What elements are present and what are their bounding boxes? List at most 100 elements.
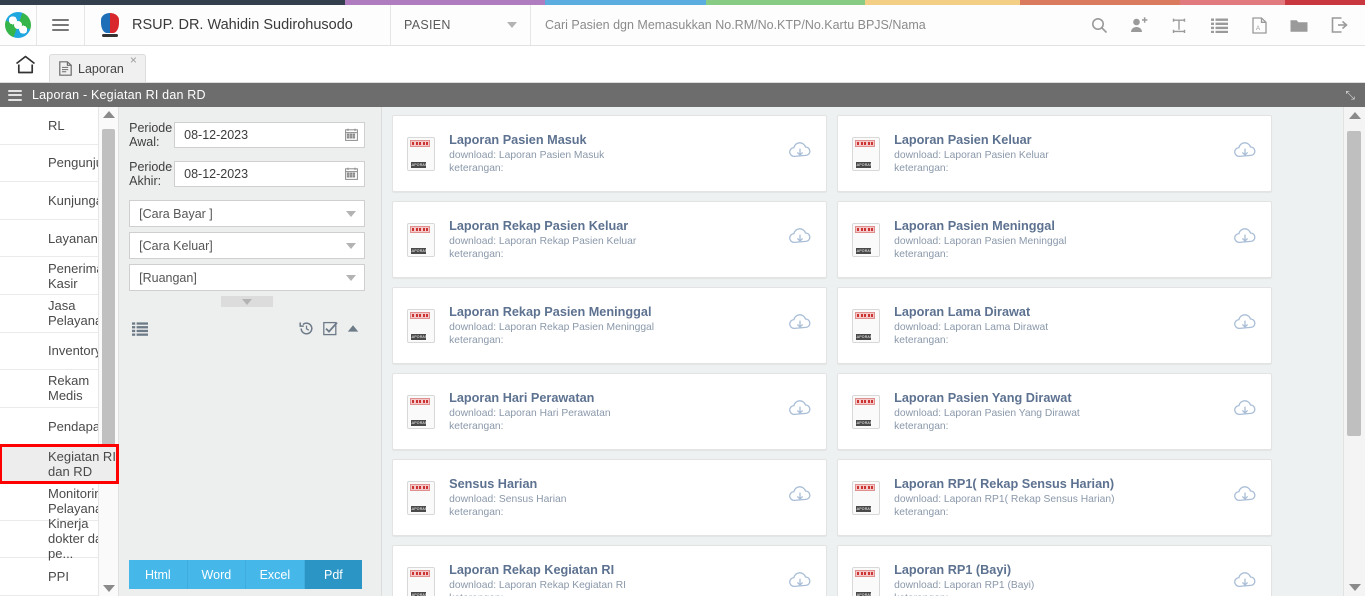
- header-icon-group: A: [1079, 5, 1365, 45]
- menu-toggle-button[interactable]: [37, 5, 85, 45]
- cloud-download-icon[interactable]: [788, 141, 812, 166]
- periode-akhir-input[interactable]: [184, 167, 346, 181]
- report-download-label: download: Laporan Hari Perawatan: [449, 408, 611, 419]
- scroll-down-icon[interactable]: [1348, 584, 1361, 591]
- report-document-icon: LAPORAN: [407, 136, 436, 171]
- cloud-download-icon[interactable]: [788, 313, 812, 338]
- report-card[interactable]: LAPORAN Laporan Rekap Kegiatan RI download…: [392, 545, 828, 596]
- report-title: Laporan Rekap Pasien Keluar: [449, 219, 629, 233]
- cloud-download-icon[interactable]: [788, 399, 812, 424]
- calendar-icon[interactable]: [345, 128, 359, 143]
- report-card[interactable]: LAPORAN Laporan RP1 (Bayi) download: Lapor…: [837, 545, 1273, 596]
- periode-awal-input[interactable]: [184, 128, 346, 142]
- hospital-logo-icon: [5, 12, 31, 38]
- tab-laporan[interactable]: Laporan ×: [49, 53, 146, 82]
- calendar-icon[interactable]: [345, 167, 359, 182]
- reports-panel: LAPORAN Laporan Pasien Masuk download: Lap…: [382, 107, 1365, 596]
- report-card[interactable]: LAPORAN Laporan Rekap Pasien Keluar downlo…: [392, 201, 828, 278]
- report-card[interactable]: LAPORAN Laporan Pasien Masuk download: Lap…: [392, 115, 828, 192]
- scroll-up-icon[interactable]: [1348, 112, 1361, 119]
- periode-akhir-field[interactable]: [174, 161, 366, 187]
- cloud-download-icon[interactable]: [788, 485, 812, 510]
- app-logo[interactable]: [0, 5, 37, 45]
- report-keterangan-label: keterangan:: [894, 507, 949, 518]
- cloud-download-icon[interactable]: [1233, 227, 1257, 252]
- cara-bayar-select[interactable]: [Cara Bayar ]: [129, 200, 366, 227]
- sidebar-scroll-thumb[interactable]: [102, 129, 116, 459]
- add-user-icon[interactable]: [1119, 5, 1159, 45]
- reports-scroll-thumb[interactable]: [1347, 131, 1361, 436]
- report-title: Laporan Rekap Pasien Meninggal: [449, 305, 652, 319]
- report-title: Sensus Harian: [449, 477, 538, 491]
- ruangan-select[interactable]: [Ruangan]: [129, 264, 366, 291]
- search-icon[interactable]: [1079, 5, 1119, 45]
- sidebar-item-kegiatan-ri-dan-rd[interactable]: Kegiatan RI dan RD: [0, 444, 120, 484]
- report-card[interactable]: LAPORAN Laporan Lama Dirawat download: Lap…: [837, 287, 1273, 364]
- report-card[interactable]: LAPORAN Laporan Hari Perawatan download: L…: [392, 373, 828, 450]
- report-title: Laporan Pasien Masuk: [449, 133, 587, 147]
- sidebar-item-label: Kegiatan RI dan RD: [48, 448, 116, 479]
- expand-icon[interactable]: ⤡: [1345, 88, 1355, 103]
- export-html-button[interactable]: Html: [129, 560, 188, 589]
- report-download-label: download: Laporan Pasien Meninggal: [894, 236, 1067, 247]
- cloud-download-icon[interactable]: [788, 227, 812, 252]
- titlebar-menu-icon[interactable]: [8, 87, 22, 103]
- search-input[interactable]: [545, 18, 1079, 32]
- report-card[interactable]: LAPORAN Laporan RP1( Rekap Sensus Harian)…: [837, 459, 1273, 536]
- report-title: Laporan Pasien Keluar: [894, 133, 1032, 147]
- cloud-download-icon[interactable]: [1233, 313, 1257, 338]
- cloud-download-icon[interactable]: [1233, 141, 1257, 166]
- export-word-button[interactable]: Word: [187, 560, 247, 589]
- more-filters-toggle[interactable]: [221, 296, 274, 307]
- report-title: Laporan Pasien Meninggal: [894, 219, 1055, 233]
- hamburger-icon: [52, 16, 69, 34]
- cloud-download-icon[interactable]: [1233, 571, 1257, 596]
- close-icon[interactable]: ×: [130, 53, 137, 67]
- home-button[interactable]: [6, 46, 44, 82]
- text-tool-icon[interactable]: [1159, 5, 1199, 45]
- module-select-value: PASIEN: [404, 18, 451, 32]
- report-document-icon: LAPORAN: [407, 566, 436, 596]
- scroll-up-icon[interactable]: [102, 111, 115, 118]
- report-card[interactable]: LAPORAN Sensus Harian download: Sensus Har…: [392, 459, 828, 536]
- report-document-icon: LAPORAN: [407, 222, 436, 257]
- page-title-bar: Laporan - Kegiatan RI dan RD ⤡: [0, 83, 1365, 107]
- hospital-crest-icon: [101, 13, 121, 37]
- tab-bar: Laporan ×: [0, 46, 1365, 83]
- cloud-download-icon[interactable]: [1233, 485, 1257, 510]
- report-download-label: download: Laporan Lama Dirawat: [894, 322, 1049, 333]
- export-excel-button[interactable]: Excel: [246, 560, 305, 589]
- module-select[interactable]: PASIEN: [391, 5, 531, 45]
- report-document-icon: LAPORAN: [852, 222, 881, 257]
- filter-tool-row: [129, 307, 365, 336]
- folder-icon[interactable]: [1279, 5, 1319, 45]
- cara-keluar-select[interactable]: [Cara Keluar]: [129, 232, 366, 259]
- history-reset-icon[interactable]: [299, 321, 314, 336]
- list-icon[interactable]: [1199, 5, 1239, 45]
- collapse-icon[interactable]: [347, 324, 359, 333]
- check-all-icon[interactable]: [323, 321, 338, 336]
- cloud-download-icon[interactable]: [1233, 399, 1257, 424]
- report-card[interactable]: LAPORAN Laporan Pasien Yang Dirawat downlo…: [837, 373, 1273, 450]
- report-card[interactable]: LAPORAN Laporan Pasien Meninggal download:…: [837, 201, 1273, 278]
- report-download-label: download: Laporan Rekap Pasien Keluar: [449, 236, 637, 247]
- report-card[interactable]: LAPORAN Laporan Pasien Keluar download: La…: [837, 115, 1273, 192]
- periode-awal-label: Periode Awal:: [129, 121, 173, 149]
- filter-selects: [Cara Bayar ] [Cara Keluar] [Ruangan]: [129, 200, 366, 291]
- export-pdf-button[interactable]: Pdf: [304, 560, 363, 589]
- report-title: Laporan Hari Perawatan: [449, 391, 595, 405]
- logout-icon[interactable]: [1319, 5, 1359, 45]
- brand-block: RSUP. DR. Wahidin Sudirohusodo: [85, 5, 391, 45]
- periode-awal-field[interactable]: [174, 122, 366, 148]
- app-header: RSUP. DR. Wahidin Sudirohusodo PASIEN Ca…: [0, 5, 1365, 46]
- report-keterangan-label: keterangan:: [449, 335, 504, 346]
- report-card[interactable]: LAPORAN Laporan Rekap Pasien Meninggal dow…: [392, 287, 828, 364]
- svg-text:A: A: [1256, 26, 1260, 32]
- periode-awal-row: Periode Awal:: [129, 121, 366, 149]
- report-document-icon: LAPORAN: [852, 566, 881, 596]
- cloud-download-icon[interactable]: [788, 571, 812, 596]
- search-field-wrapper[interactable]: [531, 5, 1079, 45]
- scroll-down-icon[interactable]: [102, 585, 115, 592]
- pdf-icon[interactable]: A: [1239, 5, 1279, 45]
- list-view-icon[interactable]: [132, 321, 149, 336]
